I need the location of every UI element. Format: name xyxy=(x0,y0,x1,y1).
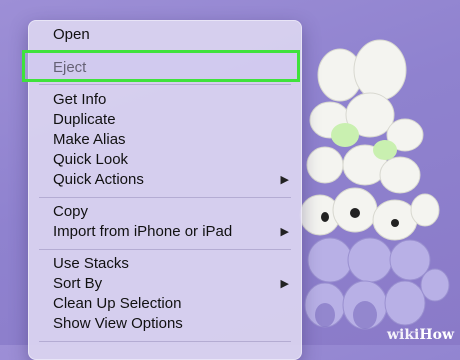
menu-item-clean-up-selection[interactable]: Clean Up Selection xyxy=(29,294,301,314)
menu-item-quick-look[interactable]: Quick Look xyxy=(29,150,301,170)
menu-item-label: Clean Up Selection xyxy=(53,295,182,312)
menu-item-label: Show View Options xyxy=(53,315,183,332)
flower-image xyxy=(299,39,450,330)
menu-item-label: Get Info xyxy=(53,91,107,108)
menu-item-label: Sort By xyxy=(53,275,103,292)
submenu-arrow-icon: ▶ xyxy=(280,278,289,290)
menu-separator xyxy=(39,249,291,250)
menu-item-duplicate[interactable]: Duplicate xyxy=(29,110,301,130)
menu-item-label: Quick Actions xyxy=(53,171,144,188)
menu-item-import-from-iphone[interactable]: Import from iPhone or iPad ▶ xyxy=(29,222,301,242)
menu-item-label: Duplicate xyxy=(53,111,116,128)
menu-item-label: Make Alias xyxy=(53,131,126,148)
menu-item-label: Open xyxy=(53,26,90,43)
menu-item-copy[interactable]: Copy xyxy=(29,202,301,222)
menu-item-sort-by[interactable]: Sort By ▶ xyxy=(29,274,301,294)
menu-item-label: Quick Look xyxy=(53,151,129,168)
menu-item-show-view-options[interactable]: Show View Options xyxy=(29,314,301,334)
eject-highlight-box xyxy=(22,50,300,82)
menu-item-use-stacks[interactable]: Use Stacks xyxy=(29,254,301,274)
submenu-arrow-icon: ▶ xyxy=(280,226,289,238)
menu-item-label: Copy xyxy=(53,203,89,220)
menu-separator xyxy=(39,84,291,85)
menu-item-label: Use Stacks xyxy=(53,255,129,272)
menu-separator xyxy=(39,341,291,342)
menu-item-open[interactable]: Open xyxy=(29,25,301,45)
menu-item-quick-actions[interactable]: Quick Actions ▶ xyxy=(29,170,301,190)
wikihow-watermark: wikiHow xyxy=(386,327,454,343)
menu-item-get-info[interactable]: Get Info xyxy=(29,90,301,110)
submenu-arrow-icon: ▶ xyxy=(280,174,289,186)
menu-item-make-alias[interactable]: Make Alias xyxy=(29,130,301,150)
menu-separator xyxy=(39,197,291,198)
menu-item-label: Import from iPhone or iPad xyxy=(53,223,233,240)
